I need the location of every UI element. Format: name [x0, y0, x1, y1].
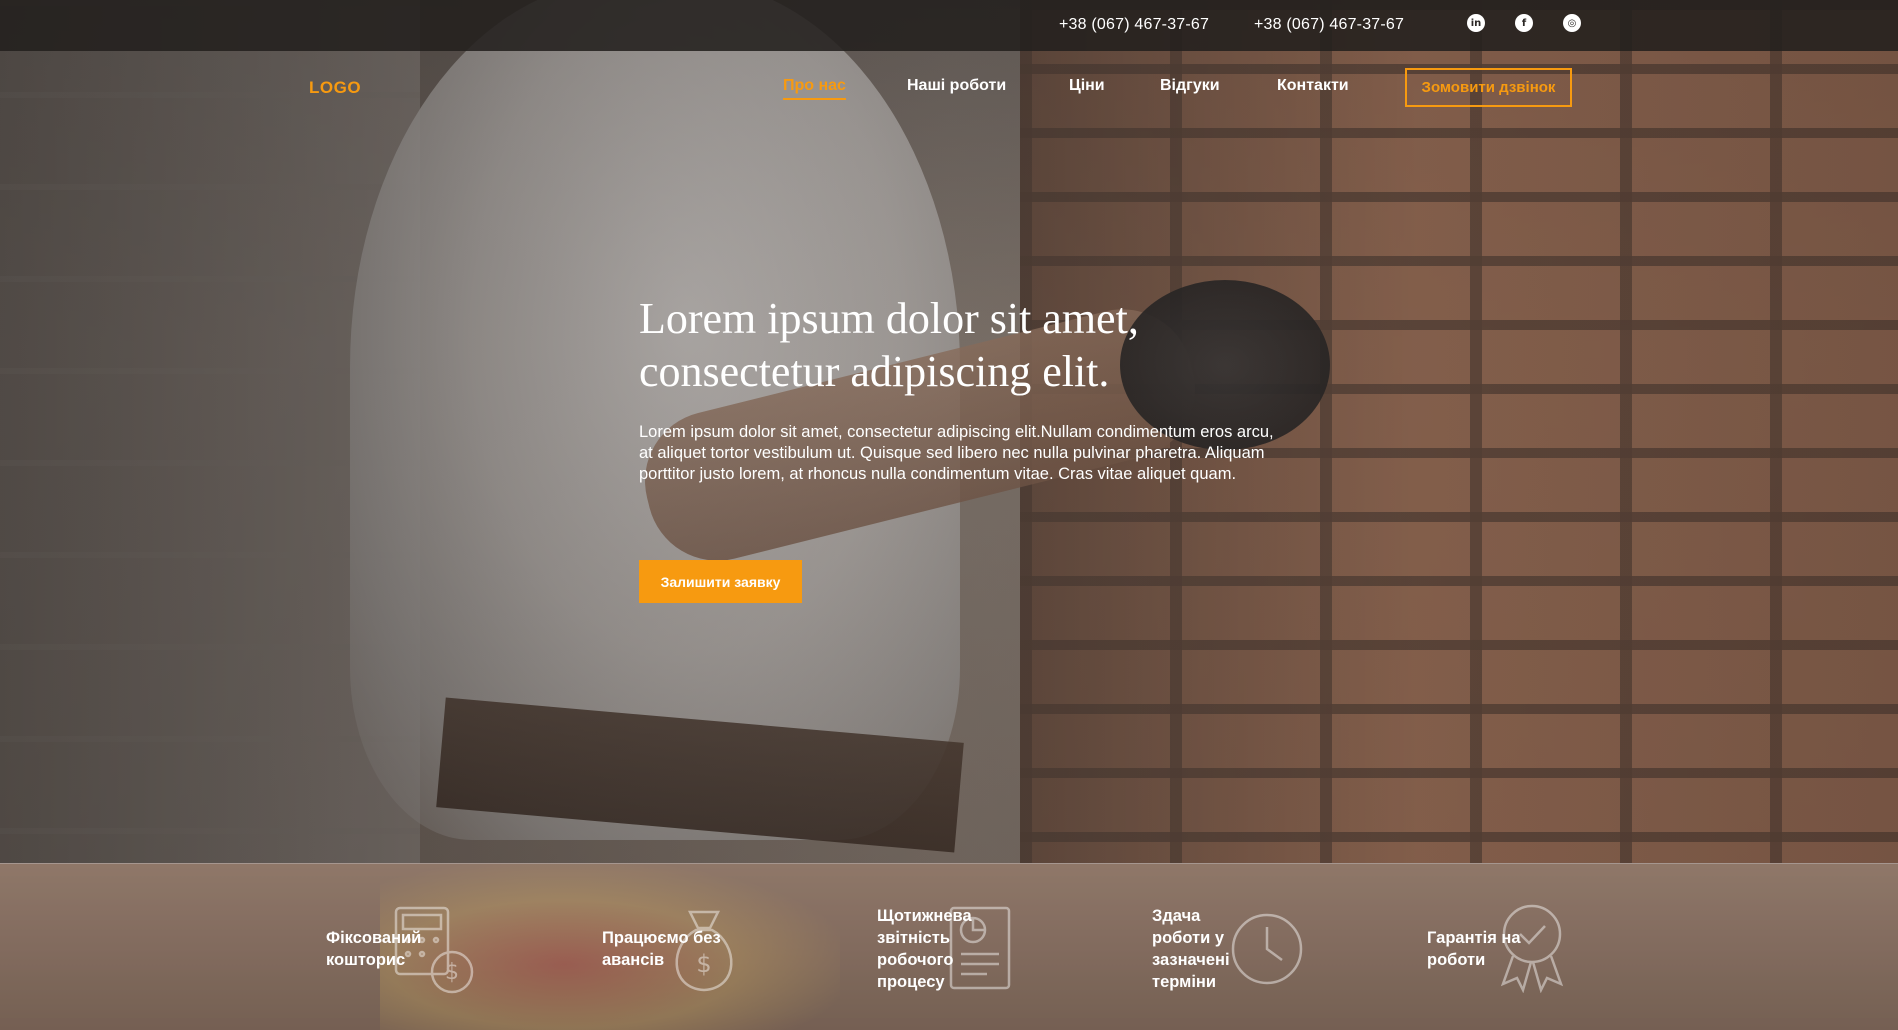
feature-item: Щотижнева звітність робочого процесу [877, 864, 1097, 1030]
phone-link[interactable]: +38 (067) 467-37-67 [1254, 16, 1404, 34]
order-call-button[interactable]: Зомовити дзвінок [1405, 68, 1572, 107]
feature-item: $ Працюємо без авансів [602, 864, 822, 1030]
svg-text:$: $ [445, 960, 459, 985]
nav-item-prices[interactable]: Ціни [1069, 77, 1105, 95]
logo[interactable]: LOGO [309, 78, 361, 98]
feature-label: Гарантія на роботи [1427, 929, 1521, 969]
instagram-icon[interactable]: ◎ [1563, 14, 1581, 32]
feature-label: Здача роботи у зазначені терміни [1152, 907, 1230, 991]
nav-item-contacts[interactable]: Контакти [1277, 77, 1349, 95]
feature-item: Гарантія на роботи [1427, 864, 1647, 1030]
nav-item-works[interactable]: Наші роботи [907, 77, 1006, 95]
hero-title: Lorem ipsum dolor sit amet, consectetur … [639, 294, 1139, 396]
feature-item: $ Фіксований кошторис [326, 864, 546, 1030]
facebook-icon[interactable]: f [1515, 14, 1533, 32]
hero-description: Lorem ipsum dolor sit amet, consectetur … [639, 423, 1274, 483]
leave-request-button[interactable]: Залишити заявку [639, 560, 802, 603]
feature-label: Щотижнева звітність робочого процесу [877, 907, 972, 991]
top-contact-bar: +38 (067) 467-37-67 +38 (067) 467-37-67 … [0, 0, 1898, 51]
phone-link[interactable]: +38 (067) 467-37-67 [1059, 16, 1209, 34]
linkedin-icon[interactable]: in [1467, 14, 1485, 32]
nav-item-about[interactable]: Про нас [783, 77, 846, 100]
feature-label: Фіксований кошторис [326, 929, 422, 969]
feature-item: Здача роботи у зазначені терміни [1152, 864, 1372, 1030]
features-strip: $ Фіксований кошторис $ Працюємо без ава… [0, 863, 1898, 1030]
nav-item-reviews[interactable]: Відгуки [1160, 77, 1220, 95]
feature-label: Працюємо без авансів [602, 929, 721, 969]
